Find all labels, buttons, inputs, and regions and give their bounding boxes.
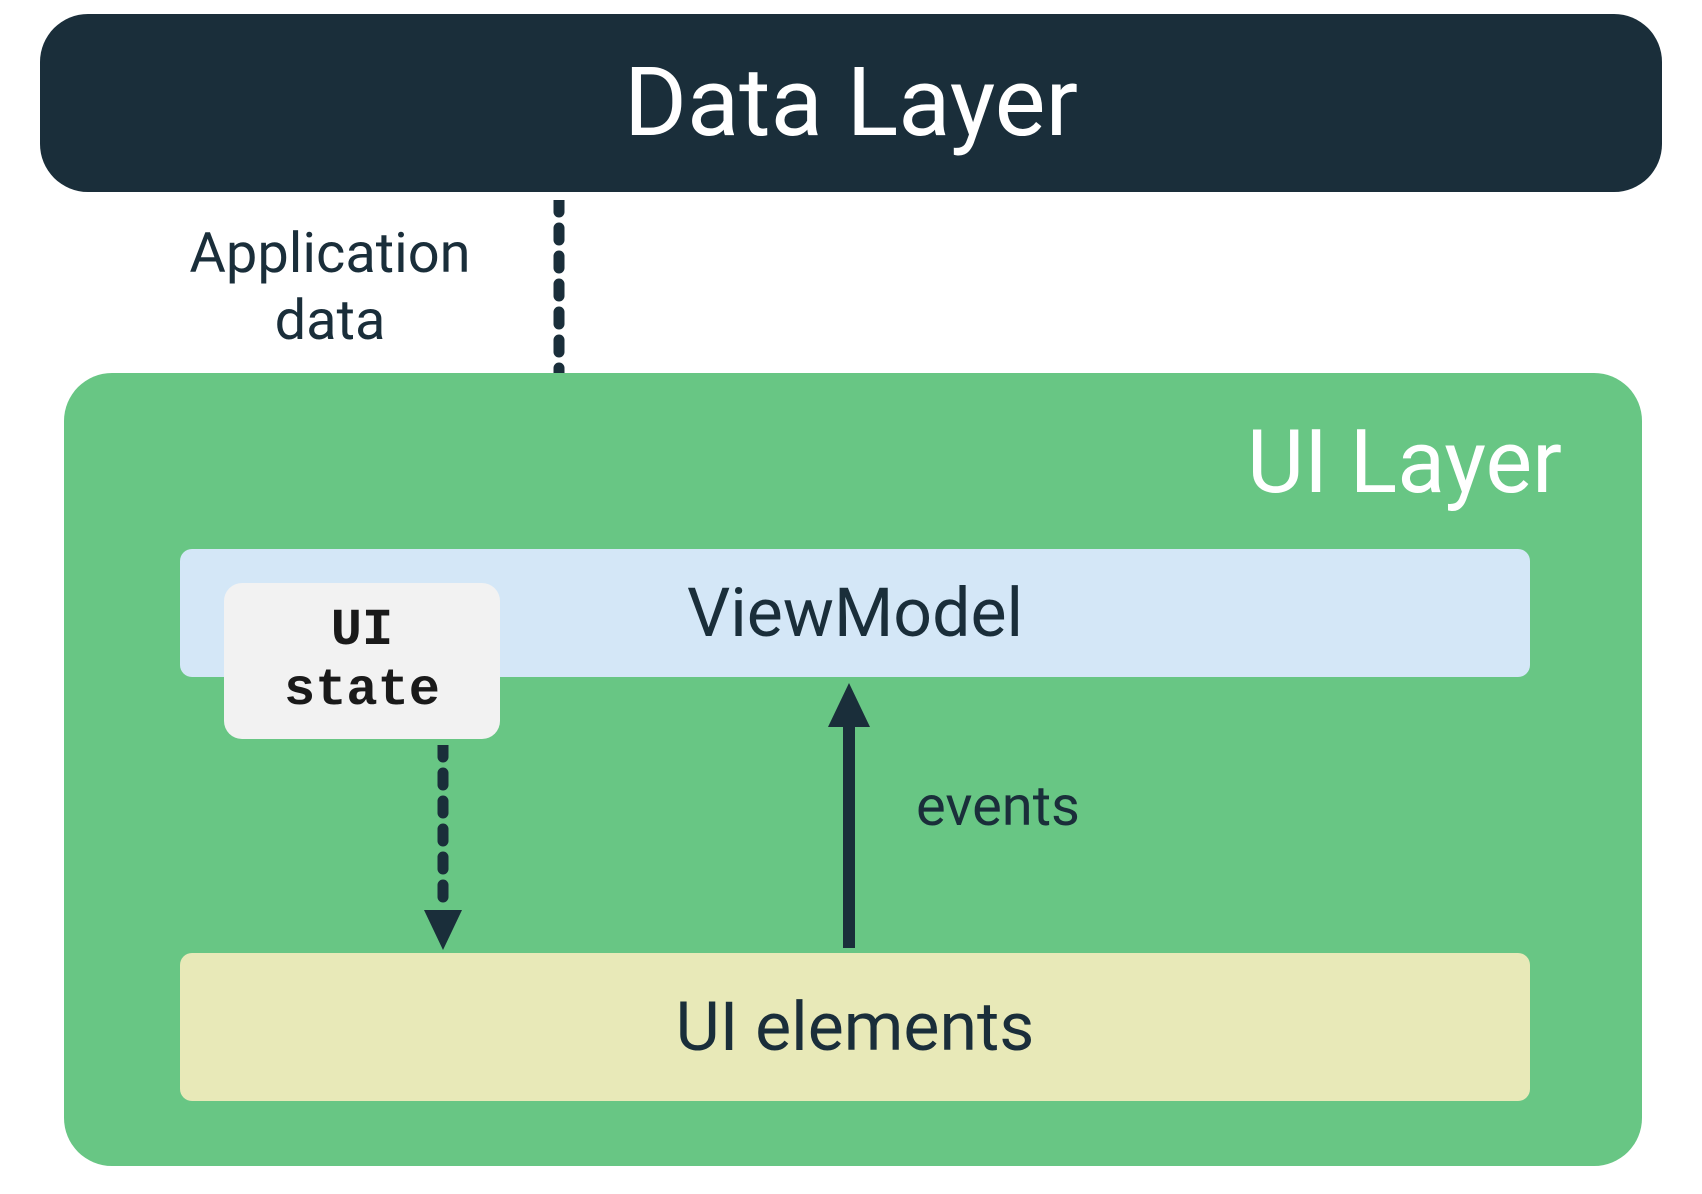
ui-state-box: UI state — [224, 583, 500, 739]
ui-layer-title: UI Layer — [1247, 411, 1562, 514]
ui-elements-label: UI elements — [676, 987, 1035, 1067]
ui-state-label: UI state — [284, 601, 440, 721]
ui-elements-box: UI elements — [180, 953, 1530, 1101]
data-layer-box: Data Layer — [40, 14, 1662, 192]
data-layer-title: Data Layer — [624, 47, 1078, 159]
application-data-label: Application data — [160, 220, 500, 354]
ui-layer-container: UI Layer ViewModel UI state events UI el… — [64, 373, 1642, 1166]
viewmodel-label: ViewModel — [687, 573, 1023, 653]
events-label: events — [916, 773, 1080, 839]
arrow-down-dotted-short-icon — [418, 745, 468, 950]
arrow-up-solid-icon — [824, 683, 874, 948]
